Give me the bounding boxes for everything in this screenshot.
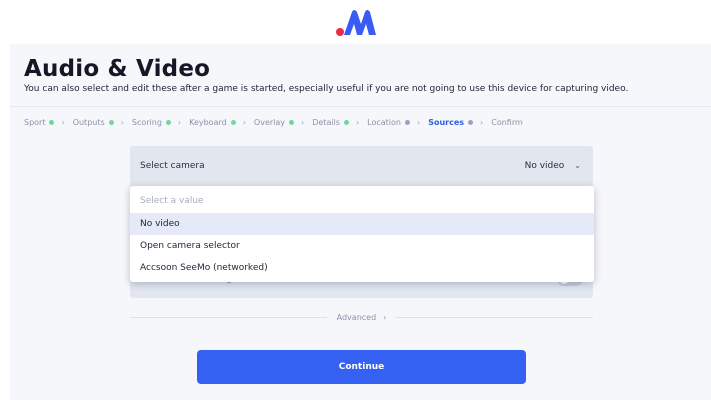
chevron-right-icon: › [120,117,124,127]
camera-select-label: Select camera [140,160,205,171]
incomplete-dot-icon [405,119,410,125]
option-no-video[interactable]: No video [130,213,594,235]
divider-line [396,316,593,318]
step-sources[interactable]: Sources › [428,118,491,127]
wizard-steps: Sport › Outputs › Scoring › Keyboard › O… [24,116,527,128]
step-label: Details [312,117,340,127]
complete-dot-icon [230,119,236,125]
logo-icon [335,10,376,36]
camera-select[interactable]: Select camera No video ⌄ [130,146,593,185]
step-details[interactable]: Details › [312,118,367,127]
chevron-right-icon: › [383,312,387,322]
incomplete-dot-icon [468,119,474,125]
step-label: Outputs [72,117,105,127]
chevron-right-icon: › [61,117,65,127]
complete-dot-icon [343,119,349,125]
page-subtitle: You can also select and edit these after… [24,84,629,94]
step-outputs[interactable]: Outputs › [73,118,132,127]
chevron-right-icon: › [242,117,246,127]
camera-select-value: No video [524,160,565,171]
top-bar [0,0,711,44]
advanced-toggle[interactable]: Advanced › [337,313,387,322]
camera-select-control[interactable]: No video ⌄ [525,161,581,171]
app-logo [335,7,377,37]
complete-dot-icon [289,119,295,125]
complete-dot-icon [49,119,55,125]
advanced-section: Advanced › [130,310,593,324]
chevron-right-icon: › [177,117,182,127]
step-label: Overlay [253,117,286,127]
complete-dot-icon [108,119,114,125]
step-label: Confirm [491,117,523,127]
step-label: Scoring [131,117,162,127]
option-accsoon-seemo[interactable]: Accsoon SeeMo (networked) [130,257,594,279]
chevron-right-icon: › [480,117,484,127]
step-label: Sport [24,117,46,127]
chevron-right-icon: › [355,117,360,127]
page-title: Audio & Video [24,56,211,82]
step-sport[interactable]: Sport › [24,118,73,127]
complete-dot-icon [165,119,171,125]
step-label: Keyboard [189,117,227,127]
option-open-camera-selector[interactable]: Open camera selector [130,235,594,257]
step-location[interactable]: Location › [367,118,428,127]
chevron-down-icon: ⌄ [574,161,581,170]
divider-line [130,316,327,318]
step-keyboard[interactable]: Keyboard › [189,118,254,127]
camera-dropdown-menu: Select a value No video Open camera sele… [130,186,594,282]
chevron-right-icon: › [301,117,305,127]
step-label: Location [367,117,401,127]
step-confirm[interactable]: Confirm [491,118,527,127]
chevron-right-icon: › [417,117,421,127]
step-overlay[interactable]: Overlay › [254,118,312,127]
dropdown-placeholder: Select a value [140,195,204,206]
advanced-label: Advanced [336,312,377,322]
step-label: Sources [428,117,465,127]
header-divider [10,106,711,107]
step-scoring[interactable]: Scoring › [132,118,189,127]
continue-button[interactable]: Continue [197,350,526,384]
